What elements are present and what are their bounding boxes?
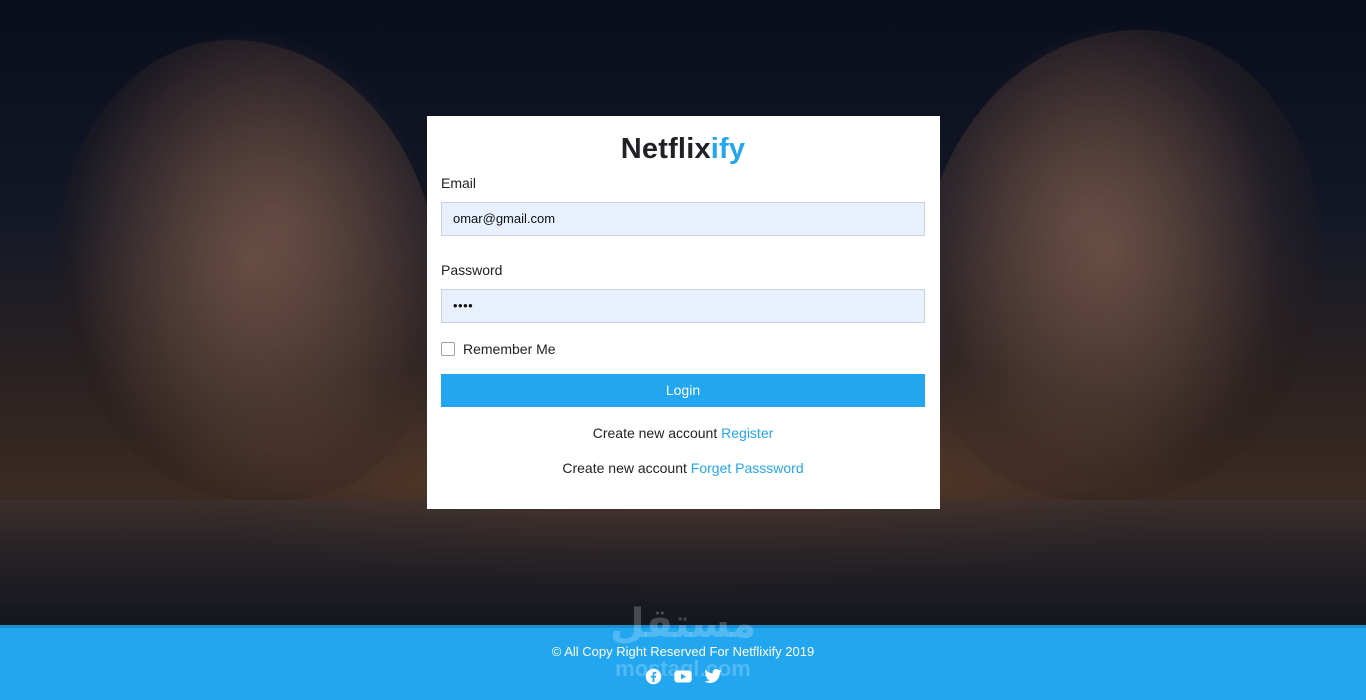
background-face-left xyxy=(60,40,440,500)
brand-logo: Netflixify xyxy=(441,130,925,172)
youtube-icon[interactable] xyxy=(674,667,692,685)
footer: © All Copy Right Reserved For Netflixify… xyxy=(0,625,1366,700)
password-field[interactable]: •••• xyxy=(441,289,925,323)
login-card: Netflixify Email omar@gmail.com Password… xyxy=(427,116,940,509)
copyright-text: © All Copy Right Reserved For Netflixify… xyxy=(551,644,815,659)
remember-me-label[interactable]: Remember Me xyxy=(463,341,556,357)
login-button[interactable]: Login xyxy=(441,374,925,407)
register-prefix: Create new account xyxy=(592,425,718,441)
social-links xyxy=(0,667,1366,685)
password-label: Password xyxy=(441,262,503,278)
brand-name-main: Netflix xyxy=(620,133,711,165)
facebook-icon[interactable] xyxy=(644,667,662,685)
background-face-right xyxy=(920,30,1320,500)
background-city xyxy=(0,500,1366,625)
forgot-password-link[interactable]: Forget Passsword xyxy=(691,460,804,476)
register-link[interactable]: Register xyxy=(721,425,773,441)
twitter-icon[interactable] xyxy=(704,667,722,685)
remember-me-row: Remember Me xyxy=(441,341,925,357)
register-line: Create new account Register xyxy=(441,424,925,442)
forgot-prefix: Create new account xyxy=(562,460,687,476)
forgot-password-line: Create new account Forget Passsword xyxy=(441,459,925,477)
remember-me-checkbox[interactable] xyxy=(441,342,455,356)
email-field[interactable]: omar@gmail.com xyxy=(441,202,925,236)
email-label: Email xyxy=(441,175,477,191)
brand-name-accent: ify xyxy=(710,133,746,165)
